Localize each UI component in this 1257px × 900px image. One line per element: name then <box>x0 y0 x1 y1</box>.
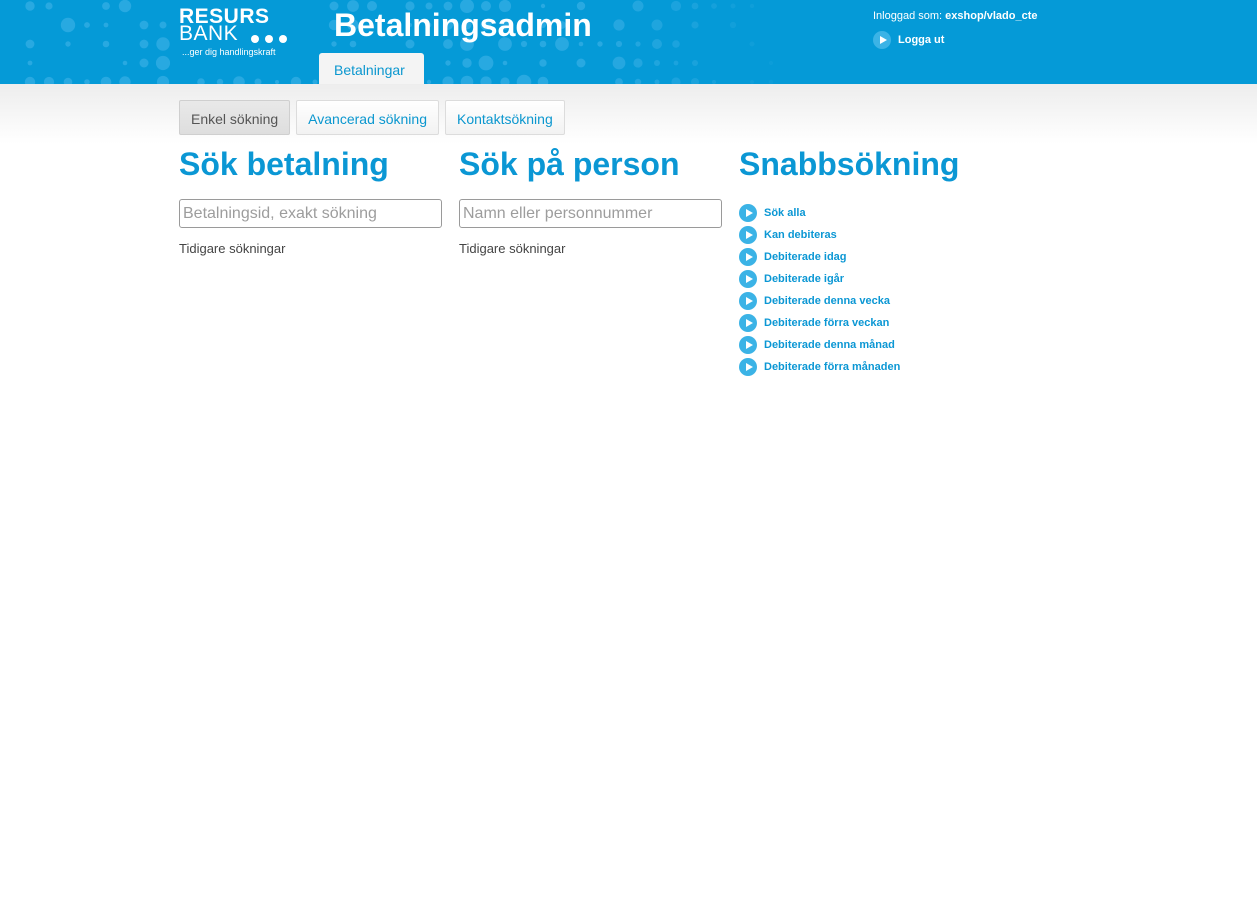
play-circle-icon <box>739 292 757 310</box>
play-circle-icon <box>873 31 891 49</box>
logged-in-label: Inloggad som: <box>873 10 943 22</box>
play-circle-icon <box>739 358 757 376</box>
header-bar: RESURS BANK ...ger dig handlingskraft Be… <box>0 0 1257 84</box>
person-search-input[interactable] <box>459 199 722 228</box>
quick-search-debiterade-idag[interactable]: Debiterade idag <box>739 246 900 268</box>
search-payment-section: Sök betalning Tidigare sökningar <box>179 146 449 256</box>
tab-enkel-sokning[interactable]: Enkel sökning <box>179 100 291 135</box>
play-circle-icon <box>739 248 757 266</box>
quick-search-kan-debiteras[interactable]: Kan debiteras <box>739 224 900 246</box>
resurs-bank-logo: RESURS BANK ...ger dig handlingskraft <box>179 6 309 64</box>
quick-search-debiterade-denna-vecka[interactable]: Debiterade denna vecka <box>739 290 900 312</box>
quick-search-list: Sök alla Kan debiteras Debiterade idag D… <box>739 202 900 378</box>
previous-searches-payment[interactable]: Tidigare sökningar <box>179 241 285 256</box>
search-mode-tabs: Enkel sökning Avancerad sökning Kontakts… <box>179 100 571 135</box>
quick-search-debiterade-forra-manaden[interactable]: Debiterade förra månaden <box>739 356 900 378</box>
logout-label: Logga ut <box>898 34 945 46</box>
play-circle-icon <box>739 336 757 354</box>
quick-search-debiterade-denna-manad[interactable]: Debiterade denna månad <box>739 334 900 356</box>
quick-search-debiterade-igar[interactable]: Debiterade igår <box>739 268 900 290</box>
app-title: Betalningsadmin <box>334 7 592 43</box>
quick-search-section: Snabbsökning <box>739 146 1039 183</box>
quick-search-debiterade-forra-veckan[interactable]: Debiterade förra veckan <box>739 312 900 334</box>
tab-kontaktsokning[interactable]: Kontaktsökning <box>445 100 565 135</box>
play-circle-icon <box>739 270 757 288</box>
previous-searches-person[interactable]: Tidigare sökningar <box>459 241 565 256</box>
username: exshop/vlado_cte <box>945 10 1038 22</box>
play-circle-icon <box>739 204 757 222</box>
logout-link[interactable]: Logga ut <box>873 31 944 49</box>
quick-search-heading: Snabbsökning <box>739 146 960 182</box>
logged-in-info: Inloggad som: exshop/vlado_cte <box>873 10 1038 22</box>
play-circle-icon <box>739 314 757 332</box>
search-person-section: Sök på person Tidigare sökningar <box>459 146 729 256</box>
payment-id-input[interactable] <box>179 199 442 228</box>
tab-avancerad-sokning[interactable]: Avancerad sökning <box>296 100 439 135</box>
search-payment-heading: Sök betalning <box>179 146 389 182</box>
tab-betalningar[interactable]: Betalningar <box>319 53 424 84</box>
quick-search-sok-alla[interactable]: Sök alla <box>739 202 900 224</box>
play-circle-icon <box>739 226 757 244</box>
search-person-heading: Sök på person <box>459 146 680 182</box>
